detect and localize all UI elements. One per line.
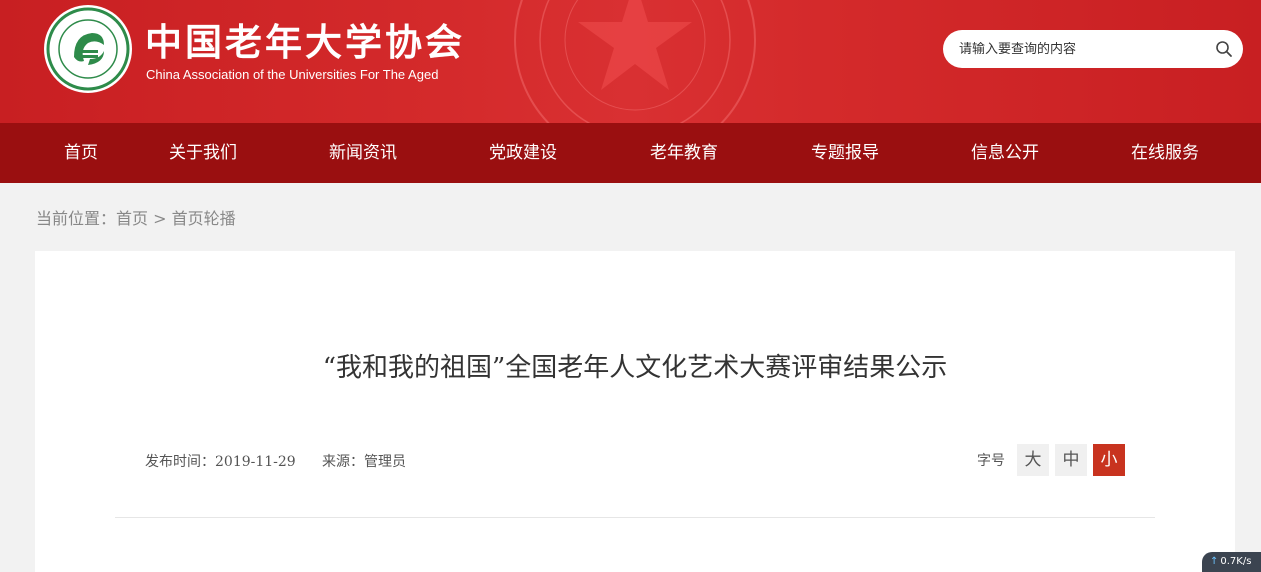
search-input[interactable]	[959, 41, 1199, 57]
nav-item-services[interactable]: 在线服务	[1120, 123, 1210, 183]
logo-emblem-icon	[46, 7, 130, 91]
main-nav: 首页 关于我们 新闻资讯 党政建设 老年教育 专题报导 信息公开 在线服务	[0, 123, 1261, 183]
search-box[interactable]	[943, 30, 1243, 68]
emblem-pattern	[514, 0, 756, 123]
nav-item-news[interactable]: 新闻资讯	[318, 123, 408, 183]
article-title: “我和我的祖国”全国老年人文化艺术大赛评审结果公示	[322, 353, 948, 383]
site-subtitle: China Association of the Universities Fo…	[146, 67, 439, 82]
fontsize-medium-button[interactable]: 中	[1055, 444, 1087, 476]
logo[interactable]	[44, 5, 132, 93]
fontsize-small-button[interactable]: 小	[1093, 444, 1125, 476]
source-value: 管理员	[364, 454, 406, 470]
publish-time: 发布时间：2019-11-29	[145, 451, 296, 471]
nav-item-education[interactable]: 老年教育	[639, 123, 729, 183]
source-label: 来源：	[322, 454, 364, 470]
breadcrumb-separator: >	[148, 209, 172, 228]
speed-unit: K/s	[1236, 556, 1252, 567]
divider	[115, 517, 1155, 518]
fontsize-label: 字号	[977, 453, 1005, 469]
nav-item-disclosure[interactable]: 信息公开	[960, 123, 1050, 183]
article-card: “我和我的祖国”全国老年人文化艺术大赛评审结果公示 发布时间：2019-11-2…	[35, 251, 1235, 572]
search-icon[interactable]	[1215, 40, 1233, 58]
breadcrumb-home-link[interactable]: 首页	[116, 209, 148, 228]
publish-time-value: 2019-11-29	[215, 454, 296, 470]
site-header: 中国老年大学协会 China Association of the Univer…	[0, 0, 1261, 123]
breadcrumb-prefix: 当前位置：	[36, 209, 117, 228]
fontsize-large-button[interactable]: 大	[1017, 444, 1049, 476]
nav-item-reports[interactable]: 专题报导	[800, 123, 890, 183]
publish-time-label: 发布时间：	[145, 454, 215, 470]
breadcrumb-current-link[interactable]: 首页轮播	[172, 209, 236, 228]
network-speed-widget[interactable]: ↑ 0.7K/s	[1202, 552, 1261, 572]
article-source: 来源：管理员	[322, 451, 406, 471]
breadcrumb: 当前位置：首页 > 首页轮播	[36, 205, 236, 229]
nav-item-home[interactable]: 首页	[50, 123, 112, 183]
speed-value: 0.7	[1220, 556, 1237, 567]
nav-item-party[interactable]: 党政建设	[478, 123, 568, 183]
nav-item-about[interactable]: 关于我们	[158, 123, 248, 183]
upload-arrow-icon: ↑	[1210, 556, 1219, 567]
site-title: 中国老年大学协会	[145, 20, 465, 64]
